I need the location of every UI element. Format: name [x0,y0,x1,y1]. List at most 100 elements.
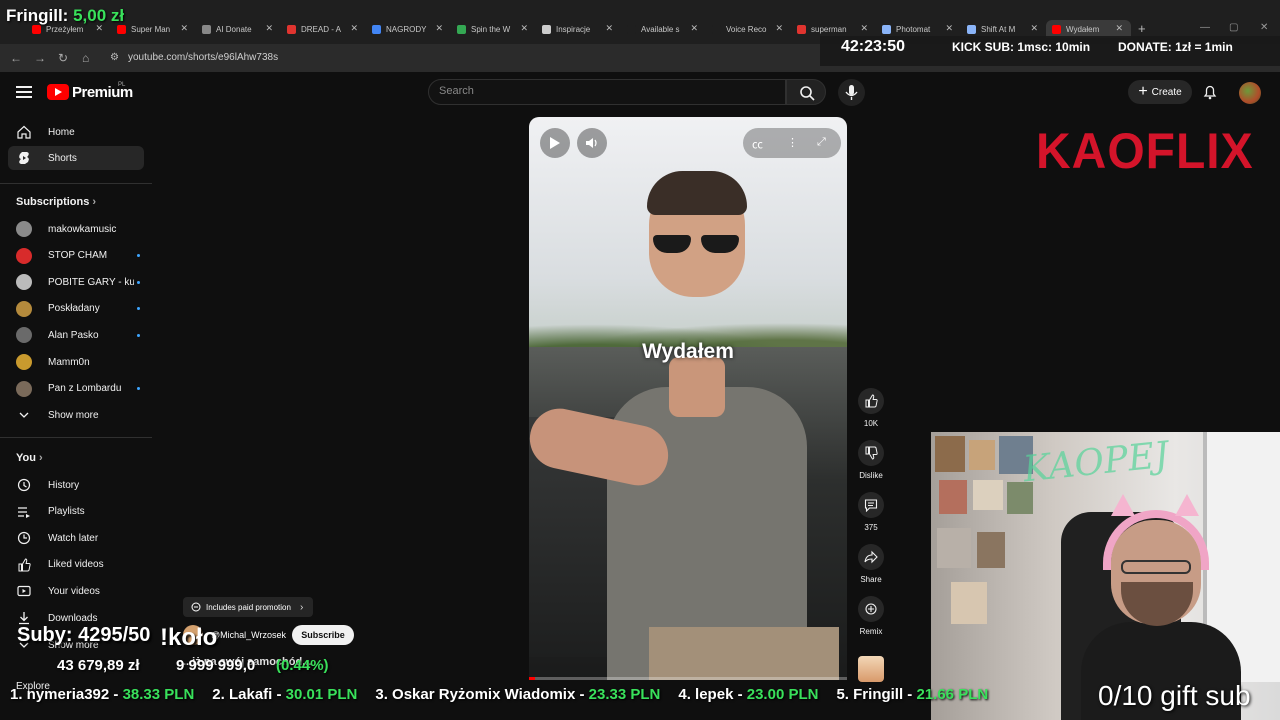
account-avatar[interactable] [1239,82,1261,104]
tab-close-icon[interactable]: ✕ [520,23,528,34]
tab-favicon-icon [882,24,891,34]
minimize-icon[interactable]: — [1200,22,1210,33]
sidebar-item-history[interactable]: History [8,473,144,497]
sidebar-subscription-item[interactable]: Alan Pasko [8,323,144,347]
sidebar-item-watch-later[interactable]: Watch later [8,526,144,550]
tab-close-icon[interactable]: ✕ [1030,23,1038,34]
player-controls: ㏄ ⋮ ⤢ [743,128,841,158]
remix-action[interactable]: Remix [858,596,884,636]
sidebar-item-label: Poskładany [48,303,100,315]
youtube-logo-icon[interactable] [47,84,69,100]
ticker-donor-amount: 23.00 PLN [746,686,819,703]
top-donors-ticker: 1. nymeria392 - 38.33 PLN 2. Lakafi - 30.… [0,686,1010,712]
tab-favicon-icon [712,24,721,34]
remix-button[interactable] [858,596,884,622]
back-icon[interactable]: ← [10,51,22,65]
voice-search-button[interactable] [838,79,865,106]
search-button[interactable] [786,79,826,105]
like-button[interactable] [858,388,884,414]
browser-tab[interactable]: Spin the W ✕ [451,20,536,38]
maximize-icon[interactable]: ▢ [1229,22,1238,33]
browser-tab[interactable]: Available s ✕ [621,20,706,38]
channel-handle[interactable]: @Michal_Wrzosek [211,630,286,640]
dislike-button[interactable] [858,440,884,466]
chevron-right-icon: › [299,601,304,613]
home-icon[interactable]: ⌂ [82,51,89,65]
playlists-icon [17,505,31,519]
video-person-hair [647,171,747,215]
sidebar-item-home[interactable]: Home [8,120,144,144]
sidebar-item-shorts[interactable]: Shorts [8,146,144,170]
sidebar-subscription-item[interactable]: makowkamusic [8,217,144,241]
sidebar-subscription-item[interactable]: Poskładany [8,297,144,321]
tab-close-icon[interactable]: ✕ [350,23,358,34]
browser-tab[interactable]: NAGRODY ✕ [366,20,451,38]
reload-icon[interactable]: ↻ [58,51,68,65]
site-info-icon[interactable]: ⚙ [110,52,119,63]
sidebar-show-more[interactable]: Show more [8,403,144,427]
tab-close-icon[interactable]: ✕ [435,23,443,34]
search-input[interactable] [439,85,769,97]
url-field[interactable]: youtube.com/shorts/e96lAhw738s [128,52,278,63]
video-person-neck [669,357,725,417]
tab-title: Photomat [896,24,931,34]
share-label: Share [860,575,882,584]
tab-title: Wydałem [1066,24,1100,34]
sidebar-item-label: Shorts [48,152,77,164]
tab-close-icon[interactable]: ✕ [945,23,953,34]
tab-close-icon[interactable]: ✕ [180,23,188,34]
sidebar-item-your-videos[interactable]: Your videos [8,579,144,603]
browser-tab[interactable]: Inspiracje ✕ [536,20,621,38]
captions-icon[interactable]: ㏄ [752,136,763,152]
microphone-icon [845,85,858,100]
play-button[interactable] [540,128,570,158]
fullscreen-icon[interactable]: ⤢ [817,136,826,149]
sidebar-subscription-item[interactable]: Mamm0n [8,350,144,374]
tab-close-icon[interactable]: ✕ [1115,23,1123,34]
tab-close-icon[interactable]: ✕ [605,23,613,34]
browser-tab[interactable]: DREAD - A ✕ [281,20,366,38]
tab-close-icon[interactable]: ✕ [265,23,273,34]
sidebar-subscription-item[interactable]: STOP CHAM [8,244,144,268]
tab-close-icon[interactable]: ✕ [860,23,868,34]
new-tab-icon[interactable]: + [1138,21,1146,36]
play-icon [550,137,560,149]
streamer-webcam: KAOPEJ [931,432,1280,720]
kick-sub-rule: KICK SUB: 1msc: 10min [952,40,1091,54]
paid-promotion-badge[interactable]: Includes paid promotion › [183,597,314,617]
sidebar-item-liked-videos[interactable]: Liked videos [8,553,144,577]
sound-thumbnail[interactable] [858,656,884,682]
share-action[interactable]: Share [858,544,884,584]
like-action[interactable]: 10K [858,388,884,428]
hamburger-menu-icon[interactable] [16,84,32,100]
sidebar-subscription-item[interactable]: POBITE GARY - kuc... [8,270,144,294]
ticker-donor-name: 1. nymeria392 - [10,686,123,703]
notifications-button[interactable] [1202,84,1218,105]
share-button[interactable] [858,544,884,570]
create-button[interactable]: + Create [1128,80,1192,104]
donate-rule: DONATE: 1zł = 1min [1118,40,1233,54]
sidebar-item-playlists[interactable]: Playlists [8,500,144,524]
remix-label: Remix [859,627,883,636]
comments-action[interactable]: 375 [858,492,884,532]
shorts-player[interactable]: Wydałem ㏄ ⋮ ⤢ [529,117,847,680]
volume-button[interactable] [577,128,607,158]
forward-icon[interactable]: → [34,51,46,65]
dislike-label: Dislike [859,471,883,480]
browser-tab[interactable]: AI Donate ✕ [196,20,281,38]
window-close-icon[interactable]: ✕ [1260,22,1268,33]
video-progress-bar[interactable] [529,677,847,680]
dislike-action[interactable]: Dislike [858,440,884,480]
sidebar-subscriptions-header[interactable]: Subscriptions › [16,196,96,208]
tab-close-icon[interactable]: ✕ [775,23,783,34]
subscribe-button[interactable]: Subscribe [292,625,354,645]
sidebar-subscription-item[interactable]: Pan z Lombardu [8,377,144,401]
tab-close-icon[interactable]: ✕ [690,23,698,34]
more-options-icon[interactable]: ⋮ [787,136,798,149]
comments-button[interactable] [858,492,884,518]
browser-tab[interactable]: Voice Reco ✕ [706,20,791,38]
sidebar-you-header[interactable]: You › [16,452,43,464]
top-donor-amount: 5,00 zł [73,6,125,25]
sidebar-item-label: Home [48,126,75,138]
promotion-icon [191,602,201,612]
